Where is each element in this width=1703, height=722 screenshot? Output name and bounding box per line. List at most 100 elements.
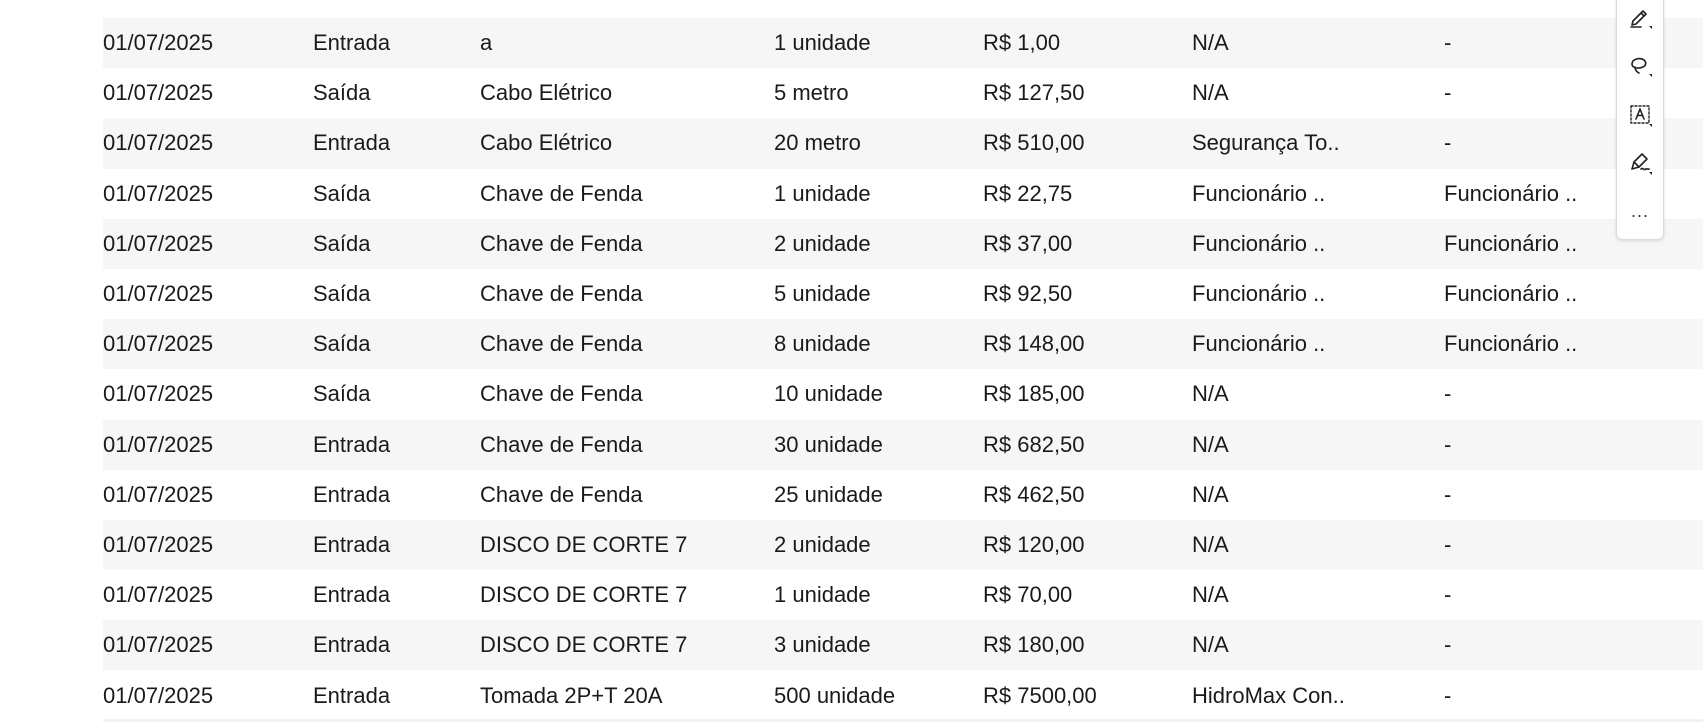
table-row[interactable]: 01/07/2025 Entrada Cabo Elétrico 20 metr… [103, 118, 1703, 169]
date-cell: 01/07/2025 [103, 80, 214, 106]
date-cell: 01/07/2025 [103, 431, 214, 457]
product-cell: Chave de Fenda [480, 281, 643, 307]
type-cell: Entrada [313, 30, 391, 56]
quantity-cell: 25 unidade [774, 481, 883, 507]
supplier-cell: Funcionário .. [1192, 230, 1326, 256]
product-cell: Cabo Elétrico [480, 80, 613, 106]
product-cell: Chave de Fenda [480, 331, 643, 357]
quantity-cell: 3 unidade [774, 632, 871, 658]
supplier-cell: N/A [1192, 431, 1229, 457]
supplier-cell: N/A [1192, 632, 1229, 658]
table-row[interactable]: 01/07/2025 Entrada DISCO DE CORTE 7 3 un… [103, 620, 1703, 671]
value-cell: R$ 70,00 [983, 582, 1073, 608]
value-cell: R$ 120,00 [983, 531, 1085, 557]
type-cell: Entrada [313, 130, 391, 156]
more-options-button[interactable]: ... [1624, 195, 1656, 227]
supplier-cell: N/A [1192, 80, 1229, 106]
date-cell: 01/07/2025 [103, 180, 214, 206]
product-cell: Tomada 2P+T 20A [480, 682, 663, 708]
value-cell: R$ 462,50 [983, 481, 1085, 507]
employee-cell: - [1444, 381, 1452, 407]
supplier-cell: Funcionário .. [1192, 180, 1326, 206]
table-row[interactable]: 01/07/2025 Entrada Chave de Fenda 25 uni… [103, 469, 1703, 520]
date-cell: 01/07/2025 [103, 632, 214, 658]
type-cell: Saída [313, 331, 371, 357]
employee-cell: Funcionário .. [1444, 230, 1578, 256]
value-cell: R$ 92,50 [983, 281, 1073, 307]
supplier-cell: N/A [1192, 531, 1229, 557]
quantity-cell: 5 unidade [774, 281, 871, 307]
quantity-cell: 2 unidade [774, 531, 871, 557]
value-cell: R$ 22,75 [983, 180, 1073, 206]
highlight-pen-icon[interactable] [1624, 1, 1656, 33]
table-row[interactable]: 01/07/2025 Entrada DISCO DE CORTE 7 1 un… [103, 570, 1703, 621]
product-cell: a [480, 30, 493, 56]
supplier-cell: N/A [1192, 481, 1229, 507]
table-row[interactable]: 01/07/2025 Entrada Tomada 2P+T 20A 500 u… [103, 670, 1703, 721]
type-cell: Entrada [313, 682, 391, 708]
employee-cell: - [1444, 481, 1452, 507]
product-cell: Chave de Fenda [480, 481, 643, 507]
product-cell: Chave de Fenda [480, 431, 643, 457]
date-cell: 01/07/2025 [103, 582, 214, 608]
supplier-cell: HidroMax Con.. [1192, 682, 1345, 708]
quantity-cell: 10 unidade [774, 381, 883, 407]
date-cell: 01/07/2025 [103, 682, 214, 708]
type-cell: Saída [313, 230, 371, 256]
table-row[interactable]: 01/07/2025 Saída Chave de Fenda 2 unidad… [103, 218, 1703, 269]
table-row[interactable]: 01/07/2025 Entrada DISCO DE CORTE 7 2 un… [103, 519, 1703, 571]
table-row[interactable]: 01/07/2025 Saída Chave de Fenda 8 unidad… [103, 319, 1703, 370]
employee-cell: - [1444, 582, 1452, 608]
value-cell: R$ 148,00 [983, 331, 1085, 357]
type-cell: Entrada [313, 431, 391, 457]
employee-cell: - [1444, 130, 1452, 156]
supplier-cell: Funcionário .. [1192, 331, 1326, 357]
type-cell: Saída [313, 281, 371, 307]
table-row[interactable]: 01/07/2025 Saída Cabo Elétrico 5 metro R… [103, 68, 1703, 119]
employee-cell: - [1444, 682, 1452, 708]
type-cell: Entrada [313, 582, 391, 608]
product-cell: DISCO DE CORTE 7 [480, 632, 688, 658]
date-cell: 01/07/2025 [103, 381, 214, 407]
value-cell: R$ 180,00 [983, 632, 1085, 658]
type-cell: Saída [313, 80, 371, 106]
date-cell: 01/07/2025 [103, 531, 214, 557]
lasso-icon[interactable] [1624, 49, 1656, 81]
quantity-cell: 1 unidade [774, 30, 871, 56]
value-cell: R$ 682,50 [983, 431, 1085, 457]
table-row[interactable]: 01/07/2025 Saída Chave de Fenda 1 unidad… [103, 168, 1703, 219]
product-cell: Chave de Fenda [480, 230, 643, 256]
value-cell: R$ 7500,00 [983, 682, 1097, 708]
supplier-cell: N/A [1192, 30, 1229, 56]
date-cell: 01/07/2025 [103, 230, 214, 256]
value-cell: R$ 1,00 [983, 30, 1061, 56]
type-cell: Entrada [313, 632, 391, 658]
type-cell: Entrada [313, 531, 391, 557]
date-cell: 01/07/2025 [103, 331, 214, 357]
type-cell: Saída [313, 381, 371, 407]
value-cell: R$ 185,00 [983, 381, 1085, 407]
employee-cell: - [1444, 531, 1452, 557]
text-select-icon[interactable] [1624, 99, 1656, 131]
table-row[interactable]: 01/07/2025 Entrada a 1 unidade R$ 1,00 N… [103, 18, 1703, 69]
employee-cell: Funcionário .. [1444, 331, 1578, 357]
employee-cell: Funcionário .. [1444, 180, 1578, 206]
quantity-cell: 1 unidade [774, 582, 871, 608]
product-cell: Chave de Fenda [480, 381, 643, 407]
movements-table: 01/07/2025 Entrada a 1 unidade R$ 1,00 N… [103, 18, 1703, 721]
supplier-cell: N/A [1192, 381, 1229, 407]
signature-pen-icon[interactable] [1624, 147, 1656, 179]
quantity-cell: 500 unidade [774, 682, 896, 708]
type-cell: Saída [313, 180, 371, 206]
quantity-cell: 20 metro [774, 130, 861, 156]
quantity-cell: 8 unidade [774, 331, 871, 357]
table-row[interactable]: 01/07/2025 Saída Chave de Fenda 5 unidad… [103, 268, 1703, 320]
table-row[interactable]: 01/07/2025 Entrada Chave de Fenda 30 uni… [103, 419, 1703, 470]
supplier-cell: N/A [1192, 582, 1229, 608]
employee-cell: Funcionário .. [1444, 281, 1578, 307]
table-row[interactable]: 01/07/2025 Saída Chave de Fenda 10 unida… [103, 369, 1703, 420]
employee-cell: - [1444, 632, 1452, 658]
quantity-cell: 5 metro [774, 80, 849, 106]
employee-cell: - [1444, 80, 1452, 106]
supplier-cell: Segurança To.. [1192, 130, 1340, 156]
